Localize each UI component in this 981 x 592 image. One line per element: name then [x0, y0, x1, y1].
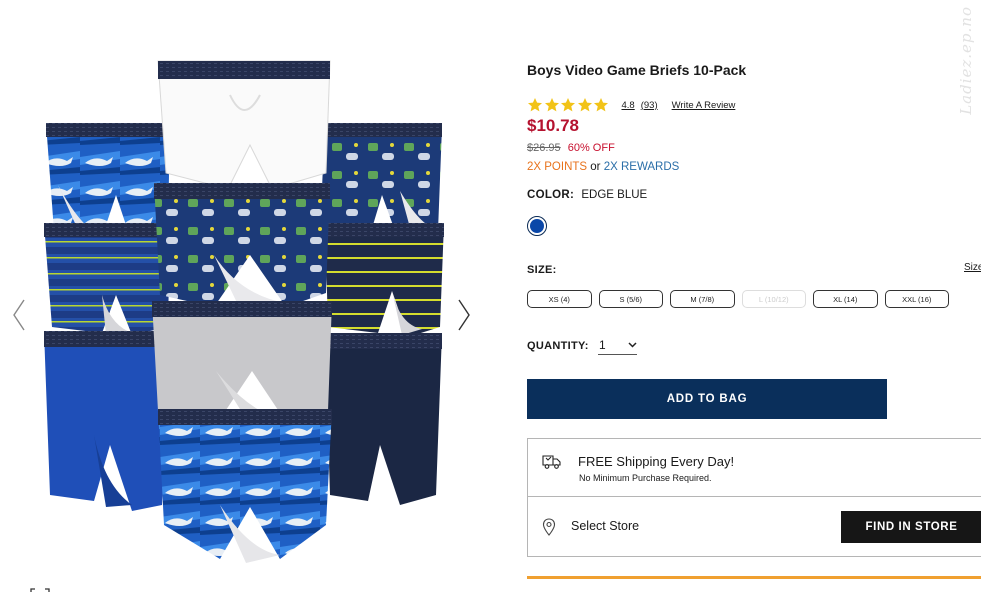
shipping-subtitle: No Minimum Purchase Required.: [579, 473, 712, 483]
product-image: [44, 60, 444, 563]
chevron-down-icon: [628, 342, 637, 348]
chevron-right-icon: [458, 299, 470, 331]
points-text: 2X POINTS: [527, 161, 588, 173]
star-icon: [544, 98, 559, 112]
size-option-m[interactable]: M (7/8): [670, 290, 735, 308]
size-option-s[interactable]: S (5/6): [598, 290, 663, 308]
gallery-next-button[interactable]: [456, 298, 472, 332]
size-option-xs[interactable]: XS (4): [527, 290, 592, 308]
price-compare: $26.95 60% OFF: [527, 142, 615, 154]
color-swatch-edge-blue[interactable]: [527, 216, 547, 236]
quantity-select[interactable]: 1: [598, 336, 637, 355]
expand-icon[interactable]: [30, 588, 50, 592]
select-store-link[interactable]: Select Store: [571, 519, 639, 533]
shipping-row: FREE Shipping Every Day! No Minimum Purc…: [528, 439, 981, 497]
size-guide-link[interactable]: Size: [964, 262, 981, 273]
gallery-prev-button[interactable]: [11, 298, 27, 332]
color-value: EDGE BLUE: [581, 189, 648, 201]
rewards-text: 2X REWARDS: [603, 161, 680, 173]
star-icon: [594, 98, 608, 112]
truck-icon: [542, 455, 561, 469]
star-rating[interactable]: [527, 97, 610, 113]
quantity-label: QUANTITY:: [527, 340, 589, 352]
add-to-bag-button[interactable]: ADD TO BAG: [527, 379, 887, 419]
quantity-value: 1: [599, 338, 606, 352]
original-price: $26.95: [527, 142, 561, 154]
product-details: Boys Video Game Briefs 10-Pack 4.8 (93) …: [527, 0, 981, 592]
rating-value-link[interactable]: 4.8: [622, 100, 635, 111]
star-icon: [561, 98, 575, 112]
accent-divider: [527, 576, 981, 579]
or-text: or: [590, 161, 601, 173]
color-label: COLOR:: [527, 189, 575, 201]
star-icon: [577, 98, 592, 112]
chevron-left-icon: [13, 299, 25, 331]
discount-badge: 60% OFF: [567, 142, 615, 154]
shipping-title: FREE Shipping Every Day!: [578, 454, 735, 469]
fulfillment-box: FREE Shipping Every Day! No Minimum Purc…: [527, 438, 981, 557]
star-icon: [528, 98, 542, 112]
size-option-l[interactable]: L (10/12): [741, 290, 806, 308]
swatch-fill: [530, 219, 544, 233]
size-options: XS (4) S (5/6) M (7/8) L (10/12) XL (14)…: [527, 290, 949, 308]
find-in-store-button[interactable]: FIND IN STORE: [841, 511, 981, 543]
store-row: Select Store FIND IN STORE: [528, 497, 981, 557]
size-option-xxl[interactable]: XXL (16): [884, 290, 949, 308]
rewards-row: 2X POINTS or 2X REWARDS: [527, 161, 679, 173]
location-pin-icon: [542, 518, 556, 536]
size-option-xl[interactable]: XL (14): [813, 290, 878, 308]
write-review-link[interactable]: Write A Review: [672, 100, 736, 111]
size-label: SIZE:: [527, 264, 557, 276]
sale-price: $10.78: [527, 116, 579, 135]
rating-row: 4.8 (93) Write A Review: [527, 96, 735, 114]
color-row: COLOR: EDGE BLUE: [527, 189, 647, 201]
product-title: Boys Video Game Briefs 10-Pack: [527, 62, 747, 78]
product-gallery: [0, 40, 490, 592]
review-count-link[interactable]: (93): [641, 100, 658, 111]
